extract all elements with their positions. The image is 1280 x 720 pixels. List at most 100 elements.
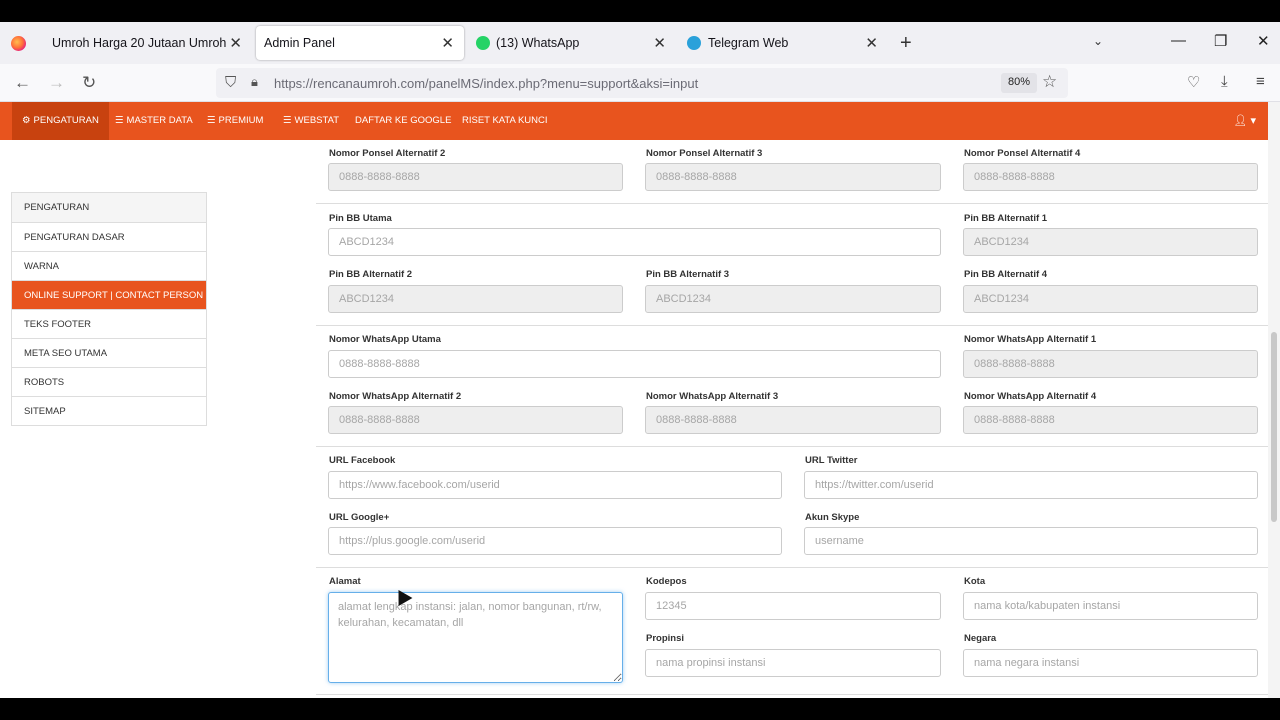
nav-label: WEBSTAT <box>294 115 340 126</box>
tab-title: Umroh Harga 20 Jutaan Umroh <box>52 36 227 50</box>
wa-alt4-input <box>963 406 1258 434</box>
label-negara: Negara <box>964 633 997 644</box>
list-icon: ☰ <box>283 115 292 126</box>
sidebar-item-sitemap[interactable]: SITEMAP <box>12 396 206 425</box>
reload-icon[interactable]: ↻ <box>82 73 96 93</box>
section-divider <box>316 325 1268 326</box>
close-icon[interactable]: ✕ <box>441 34 454 52</box>
ponsel-alt2-input <box>328 163 623 191</box>
nav-daftar-ke-google[interactable]: DAFTAR KE GOOGLE <box>345 102 461 140</box>
new-tab-plus-icon[interactable]: + <box>900 32 912 55</box>
forward-arrow-icon[interactable]: → <box>48 73 65 93</box>
nav-toolbar: ← → ↻ ⛉ 🔒︎ https://rencanaumroh.com/pane… <box>0 64 1280 102</box>
admin-navbar: ⚙ PENGATURAN ☰ MASTER DATA ☰ PREMIUM ☰ WEBST… <box>0 102 1268 140</box>
settings-sidebar: PENGATURAN PENGATURAN DASAR WARNA ONLINE… <box>11 192 207 426</box>
nav-label: PREMIUM <box>218 115 264 126</box>
section-divider <box>316 446 1268 447</box>
kodepos-input[interactable] <box>645 592 941 620</box>
zoom-level[interactable]: 80% <box>1001 73 1038 93</box>
propinsi-input[interactable] <box>645 649 941 677</box>
pinbb-alt1-input <box>963 228 1258 256</box>
label-pinbb-alt3: Pin BB Alternatif 3 <box>646 269 730 280</box>
alamat-textarea[interactable] <box>328 592 623 683</box>
close-icon[interactable]: ✕ <box>229 34 242 52</box>
label-ponsel-alt3: Nomor Ponsel Alternatif 3 <box>646 148 763 159</box>
firefox-icon[interactable] <box>11 36 26 51</box>
scrollbar-thumb[interactable] <box>1271 332 1277 522</box>
sidebar-item-pengaturan-dasar[interactable]: PENGATURAN DASAR <box>12 222 206 251</box>
url-bar[interactable]: ⛉ 🔒︎ https://rencanaumroh.com/panelMS/in… <box>216 68 1068 98</box>
label-pinbb-alt2: Pin BB Alternatif 2 <box>329 269 413 280</box>
twitter-url-input[interactable] <box>804 471 1258 499</box>
lock-icon[interactable]: 🔒︎ <box>251 74 258 90</box>
page-scrollbar[interactable] <box>1268 102 1280 698</box>
browser-window: Umroh Harga 20 Jutaan Umroh ✕ Admin Pane… <box>0 22 1280 698</box>
nav-webstat[interactable]: ☰ WEBSTAT <box>273 102 349 140</box>
download-icon[interactable]: ⤓ <box>1221 73 1228 90</box>
nav-label: MASTER DATA <box>126 115 193 126</box>
user-menu[interactable]: 👤︎ ▾ <box>1233 102 1256 140</box>
sidebar-item-teks-footer[interactable]: TEKS FOOTER <box>12 309 206 338</box>
list-icon: ☰ <box>207 115 216 126</box>
negara-input[interactable] <box>963 649 1258 677</box>
label-ponsel-alt4: Nomor Ponsel Alternatif 4 <box>964 148 1081 159</box>
label-wa-utama: Nomor WhatsApp Utama <box>329 334 441 345</box>
nav-label: RISET KATA KUNCI <box>462 115 548 126</box>
label-wa-alt2: Nomor WhatsApp Alternatif 2 <box>329 391 462 402</box>
label-facebook: URL Facebook <box>329 455 396 466</box>
tab-title: Telegram Web <box>708 36 789 50</box>
ponsel-alt4-input <box>963 163 1258 191</box>
tab-title: (13) WhatsApp <box>496 36 580 50</box>
tab-title: Admin Panel <box>264 36 335 50</box>
nav-master-data[interactable]: ☰ MASTER DATA <box>105 102 203 140</box>
label-ponsel-alt2: Nomor Ponsel Alternatif 2 <box>329 148 446 159</box>
wa-alt3-input <box>645 406 941 434</box>
label-skype: Akun Skype <box>805 512 860 523</box>
nav-premium[interactable]: ☰ PREMIUM <box>197 102 273 140</box>
sidebar-item-meta-seo[interactable]: META SEO UTAMA <box>12 338 206 367</box>
skype-input[interactable] <box>804 527 1258 555</box>
tab-telegram[interactable]: Telegram Web ✕ <box>680 26 888 60</box>
section-divider <box>316 694 1268 695</box>
menu-icon[interactable]: ≡ <box>1256 73 1265 90</box>
restore-icon[interactable]: ❐ <box>1214 32 1227 50</box>
url-text[interactable]: https://rencanaumroh.com/panelMS/index.p… <box>274 76 698 91</box>
kota-input[interactable] <box>963 592 1258 620</box>
sidebar-item-online-support[interactable]: ONLINE SUPPORT | CONTACT PERSON <box>12 280 206 309</box>
pinbb-utama-input[interactable] <box>328 228 941 256</box>
back-arrow-icon[interactable]: ← <box>14 73 31 93</box>
label-kota: Kota <box>964 576 986 587</box>
tab-strip: Umroh Harga 20 Jutaan Umroh ✕ Admin Pane… <box>0 22 1280 64</box>
close-window-icon[interactable]: ✕ <box>1257 32 1270 50</box>
shield-icon[interactable]: ⛉ <box>225 74 236 91</box>
tab-admin-panel[interactable]: Admin Panel ✕ <box>256 26 464 60</box>
label-pinbb-alt4: Pin BB Alternatif 4 <box>964 269 1048 280</box>
label-wa-alt4: Nomor WhatsApp Alternatif 4 <box>964 391 1097 402</box>
nav-label: PENGATURAN <box>33 115 99 126</box>
whatsapp-icon <box>476 36 490 50</box>
nav-riset-kata-kunci[interactable]: RISET KATA KUNCI <box>452 102 558 140</box>
sidebar-item-warna[interactable]: WARNA <box>12 251 206 280</box>
pocket-icon[interactable]: ♡ <box>1187 73 1200 91</box>
minimize-icon[interactable]: — <box>1171 32 1186 49</box>
facebook-url-input[interactable] <box>328 471 782 499</box>
label-googleplus: URL Google+ <box>329 512 390 523</box>
label-pinbb-utama: Pin BB Utama <box>329 213 392 224</box>
wa-alt1-input <box>963 350 1258 378</box>
googleplus-url-input[interactable] <box>328 527 782 555</box>
star-icon[interactable]: ☆ <box>1042 72 1057 92</box>
tab-whatsapp[interactable]: (13) WhatsApp ✕ <box>468 26 676 60</box>
sidebar-header: PENGATURAN <box>12 193 206 222</box>
tab-umroh[interactable]: Umroh Harga 20 Jutaan Umroh ✕ <box>40 26 252 60</box>
user-icon: 👤︎ <box>1233 115 1248 127</box>
sidebar-item-robots[interactable]: ROBOTS <box>12 367 206 396</box>
wa-utama-input[interactable] <box>328 350 941 378</box>
close-icon[interactable]: ✕ <box>865 34 878 52</box>
list-icon: ☰ <box>115 115 124 126</box>
nav-pengaturan[interactable]: ⚙ PENGATURAN <box>12 102 109 140</box>
close-icon[interactable]: ✕ <box>653 34 666 52</box>
telegram-icon <box>687 36 701 50</box>
label-wa-alt1: Nomor WhatsApp Alternatif 1 <box>964 334 1097 345</box>
section-divider <box>316 203 1268 204</box>
chevron-down-icon[interactable]: ⌄ <box>1093 34 1103 48</box>
